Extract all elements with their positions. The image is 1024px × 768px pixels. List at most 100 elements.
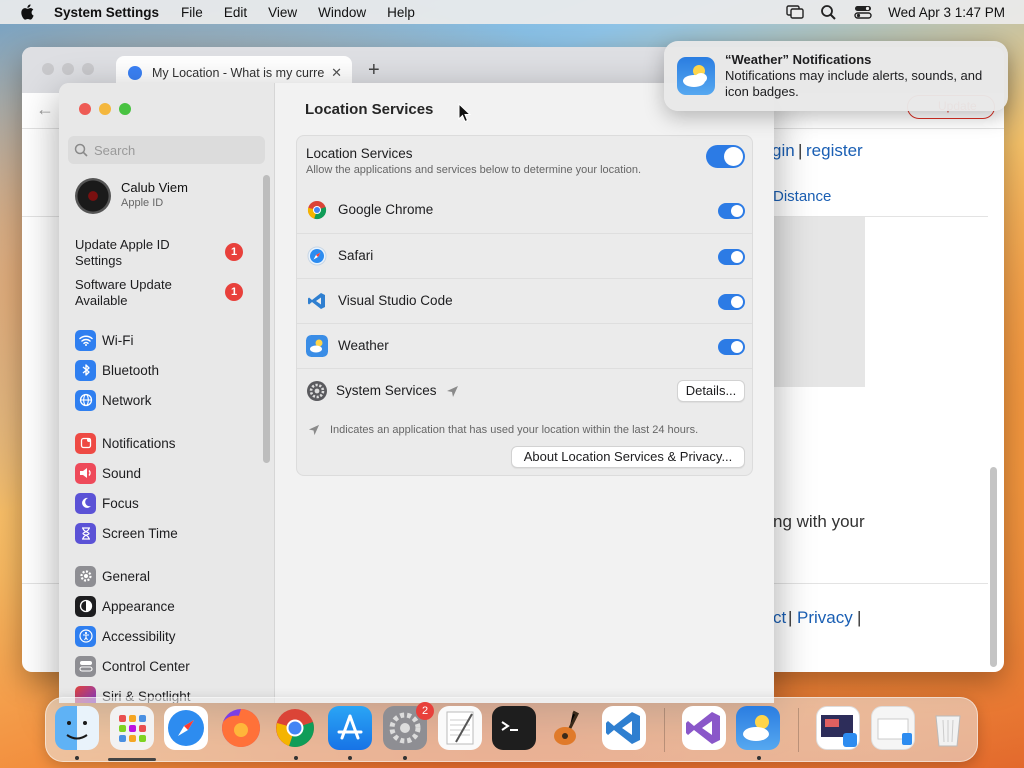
control-center-icon: [75, 655, 96, 677]
app-row-chrome: Google Chrome: [297, 188, 752, 233]
sidebar-search[interactable]: [68, 136, 265, 164]
hourglass-icon: [75, 522, 96, 544]
menu-app-name[interactable]: System Settings: [54, 5, 159, 20]
running-indicator: [757, 756, 761, 760]
weather-location-toggle[interactable]: [718, 339, 745, 355]
running-indicator: [75, 756, 79, 760]
dock-firefox-icon[interactable]: [219, 706, 263, 750]
details-button[interactable]: Details...: [677, 380, 745, 402]
window-minimize-button[interactable]: [99, 103, 111, 115]
app-label: Visual Studio Code: [338, 293, 453, 308]
login-link[interactable]: gin: [772, 141, 795, 161]
spotlight-search-icon[interactable]: [820, 4, 838, 20]
privacy-link[interactable]: Privacy: [797, 608, 853, 628]
system-services-row: System Services Details...: [297, 368, 752, 413]
dock-garageband-icon[interactable]: [547, 706, 591, 750]
about-location-privacy-button[interactable]: About Location Services & Privacy...: [511, 446, 745, 468]
sidebar-item-control-center[interactable]: Control Center: [75, 654, 265, 678]
dock-launchpad-icon[interactable]: [110, 706, 154, 750]
dock-screenshot-stack-icon[interactable]: [816, 706, 860, 750]
apple-id-account[interactable]: Calub Viem Apple ID: [75, 178, 265, 216]
window-close-button[interactable]: [79, 103, 91, 115]
dock-preview-icon[interactable]: [871, 706, 915, 750]
system-services-gear-icon: [307, 381, 327, 401]
appearance-icon: [75, 595, 96, 617]
sidebar-scrollbar[interactable]: [263, 175, 270, 463]
sidebar-item-label: Wi-Fi: [102, 332, 134, 348]
menu-file[interactable]: File: [181, 5, 203, 20]
chrome-location-toggle[interactable]: [718, 203, 745, 219]
dock-weather-icon[interactable]: [736, 706, 780, 750]
control-center-icon[interactable]: [854, 4, 872, 20]
sidebar-item-general[interactable]: General: [75, 564, 265, 588]
vscode-location-toggle[interactable]: [718, 294, 745, 310]
sidebar-item-screen-time[interactable]: Screen Time: [75, 521, 265, 545]
menu-window[interactable]: Window: [318, 5, 366, 20]
weather-notification-banner[interactable]: “Weather” Notifications Notifications ma…: [664, 41, 1008, 111]
wifi-icon: [75, 329, 96, 351]
browser-minimize-button[interactable]: [62, 63, 74, 75]
sidebar-item-bluetooth[interactable]: Bluetooth: [75, 358, 265, 382]
system-settings-window: Calub Viem Apple ID Update Apple ID Sett…: [59, 83, 774, 703]
network-icon: [75, 389, 96, 411]
dock-vscode-icon[interactable]: [602, 706, 646, 750]
notice-label: Update Apple ID Settings: [75, 237, 170, 268]
search-input[interactable]: [94, 142, 254, 158]
dock-safari-icon[interactable]: [164, 706, 208, 750]
menu-edit[interactable]: Edit: [224, 5, 247, 20]
web-image-placeholder: [774, 217, 865, 387]
sidebar-item-label: Bluetooth: [102, 362, 160, 378]
browser-scrollbar[interactable]: [990, 467, 997, 667]
dock-finder-icon[interactable]: [55, 706, 99, 750]
distance-link[interactable]: Distance: [773, 188, 831, 205]
avatar: [75, 178, 111, 214]
dock-chrome-icon[interactable]: [273, 706, 317, 750]
menu-view[interactable]: View: [268, 5, 297, 20]
location-services-panel: Location Services Allow the applications…: [296, 135, 753, 476]
menubar-clock[interactable]: Wed Apr 3 1:47 PM: [888, 5, 1005, 20]
sidebar-item-accessibility[interactable]: Accessibility: [75, 624, 265, 648]
dock-visual-studio-icon[interactable]: [682, 706, 726, 750]
tab-close-icon[interactable]: ✕: [331, 65, 342, 81]
sidebar-item-appearance[interactable]: Appearance: [75, 594, 265, 618]
dock-textedit-icon[interactable]: [438, 706, 482, 750]
menu-help[interactable]: Help: [387, 5, 415, 20]
sidebar-item-notifications[interactable]: Notifications: [75, 431, 265, 455]
app-row-vscode: Visual Studio Code: [297, 278, 752, 323]
sidebar-item-sound[interactable]: Sound: [75, 461, 265, 485]
screen-mirroring-icon[interactable]: [786, 4, 804, 20]
dock-terminal-icon[interactable]: [492, 706, 536, 750]
apple-menu-icon[interactable]: [18, 2, 38, 22]
window-zoom-button[interactable]: [119, 103, 131, 115]
safari-icon: [307, 246, 327, 266]
dock-app-store-icon[interactable]: [328, 706, 372, 750]
location-services-pane: Location Services Location Services Allo…: [276, 83, 774, 703]
new-tab-icon[interactable]: +: [368, 59, 380, 82]
app-label: Weather: [338, 338, 389, 353]
link-separator: |: [798, 141, 803, 160]
browser-zoom-button[interactable]: [82, 63, 94, 75]
sidebar-item-focus[interactable]: Focus: [75, 491, 265, 515]
sidebar-item-label: Screen Time: [102, 525, 178, 541]
register-link[interactable]: register: [806, 141, 863, 161]
software-update-notice[interactable]: Software Update Available 1: [75, 277, 265, 309]
sidebar-item-wifi[interactable]: Wi-Fi: [75, 328, 265, 352]
back-arrow-icon[interactable]: ←: [36, 99, 54, 120]
browser-tab-title: My Location - What is my curre: [152, 66, 325, 80]
sidebar-item-network[interactable]: Network: [75, 388, 265, 412]
app-row-weather: Weather: [297, 323, 752, 368]
accessibility-icon: [75, 625, 96, 647]
location-services-toggle[interactable]: [706, 145, 745, 168]
sidebar-item-label: Notifications: [102, 435, 176, 451]
notification-title: “Weather” Notifications: [725, 52, 872, 67]
safari-location-toggle[interactable]: [718, 249, 745, 265]
account-subtitle: Apple ID: [121, 197, 164, 209]
dock-trash-icon[interactable]: [926, 706, 970, 750]
search-icon: [74, 143, 88, 157]
update-apple-id-notice[interactable]: Update Apple ID Settings 1: [75, 237, 265, 269]
system-services-label: System Services: [336, 383, 437, 398]
contact-link[interactable]: ct: [773, 608, 786, 628]
browser-close-button[interactable]: [42, 63, 54, 75]
sidebar-item-label: Accessibility: [102, 628, 176, 644]
sidebar-item-label: Control Center: [102, 658, 190, 674]
